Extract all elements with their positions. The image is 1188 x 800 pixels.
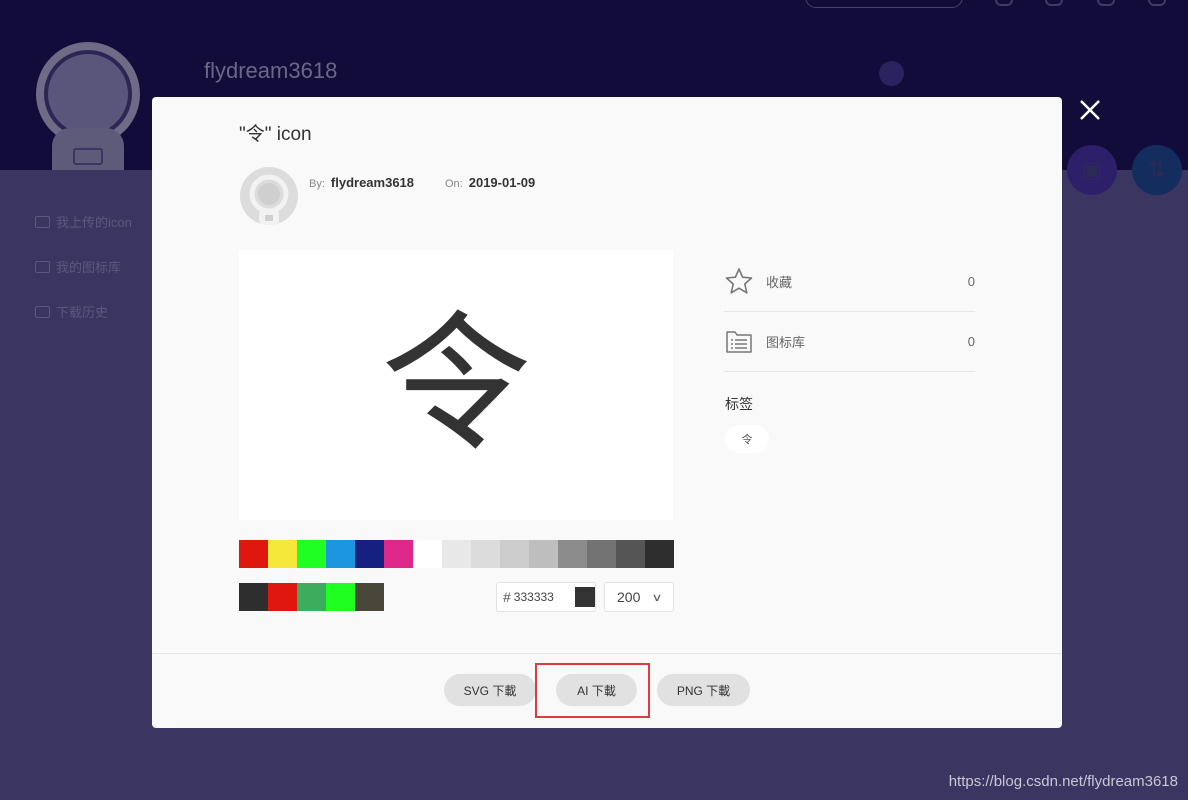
icon-detail-modal: "令" icon By: flydream3618 On: 2019-01-09… [152,97,1062,728]
on-label: On: [445,178,463,190]
hex-value[interactable]: 333333 [514,590,571,604]
current-color-chip [575,587,595,607]
upload-date: 2019-01-09 [468,175,536,190]
folder-list-icon [726,331,752,353]
library-icon [35,260,50,273]
color-swatch[interactable] [616,540,645,568]
color-swatch[interactable] [326,540,355,568]
astronaut-icon [249,174,289,225]
search-box[interactable] [805,0,963,8]
color-palette-row-2 [239,583,384,611]
sort-button[interactable]: ⇅ [1132,145,1182,195]
sidebar-item-label: 我上传的icon [56,215,132,230]
color-swatch[interactable] [297,540,326,568]
profile-avatar-face [48,54,128,134]
size-value: 200 [617,589,641,605]
color-swatch[interactable] [297,583,326,611]
icon-preview: 令 [239,250,673,520]
color-swatch[interactable] [442,540,471,568]
favorite-label: 收藏 [766,274,793,290]
library-count: 0 [967,333,975,349]
close-icon [1080,100,1100,120]
footer-divider [152,653,1062,654]
highlight-box [535,663,650,718]
color-swatch[interactable] [558,540,587,568]
sidebar-item-history[interactable]: 下载历史 [35,302,108,321]
color-swatch[interactable] [645,540,674,568]
sidebar-item-library[interactable]: 我的图标库 [35,257,121,276]
author-avatar[interactable] [240,167,298,225]
favorite-count: 0 [967,273,975,289]
color-swatch[interactable] [268,540,297,568]
color-swatch[interactable] [355,540,384,568]
date-meta: On: 2019-01-09 [445,175,535,190]
tag-chip[interactable]: 令 [725,425,769,453]
cloud-upload-icon [35,215,50,228]
star-icon [725,268,753,294]
tags-heading: 标签 [725,396,753,412]
modal-title: "令" icon [239,124,312,145]
library-stat[interactable]: 图标库 0 [724,311,975,372]
color-swatch[interactable] [239,540,268,568]
library-label: 图标库 [766,334,806,350]
color-swatch[interactable] [587,540,616,568]
color-swatch[interactable] [326,583,355,611]
author-meta: By: flydream3618 [309,175,414,190]
watermark: https://blog.csdn.net/flydream3618 [948,773,1178,790]
profile-username: flydream3618 [204,58,338,83]
hex-color-input[interactable]: # 333333 [496,582,596,612]
color-swatch[interactable] [500,540,529,568]
color-swatch[interactable] [384,540,413,568]
author-name[interactable]: flydream3618 [331,175,414,190]
download-icon [35,305,50,318]
color-swatch[interactable] [471,540,500,568]
by-label: By: [309,178,325,190]
sidebar-item-label: 下载历史 [56,305,109,320]
sidebar-item-uploads[interactable]: 我上传的icon [35,212,132,231]
close-button[interactable] [1078,98,1102,122]
sidebar-item-label: 我的图标库 [56,260,122,275]
chevron-down-icon: ∨ [651,591,663,604]
icon-glyph: 令 [380,298,531,472]
color-swatch[interactable] [239,583,268,611]
status-dot [879,61,904,86]
color-swatch[interactable] [529,540,558,568]
color-swatch[interactable] [355,583,384,611]
size-select[interactable]: 200 ∨ [604,582,674,612]
svg-download-button[interactable]: SVG 下載 [444,674,536,706]
color-palette-row-1 [239,540,674,568]
hash-symbol: # [503,589,511,605]
project-button[interactable]: ▣ [1067,145,1117,195]
profile-avatar-screen [73,148,103,165]
png-download-button[interactable]: PNG 下載 [657,674,750,706]
favorite-stat[interactable]: 收藏 0 [724,251,975,312]
color-swatch[interactable] [413,540,442,568]
color-swatch[interactable] [268,583,297,611]
